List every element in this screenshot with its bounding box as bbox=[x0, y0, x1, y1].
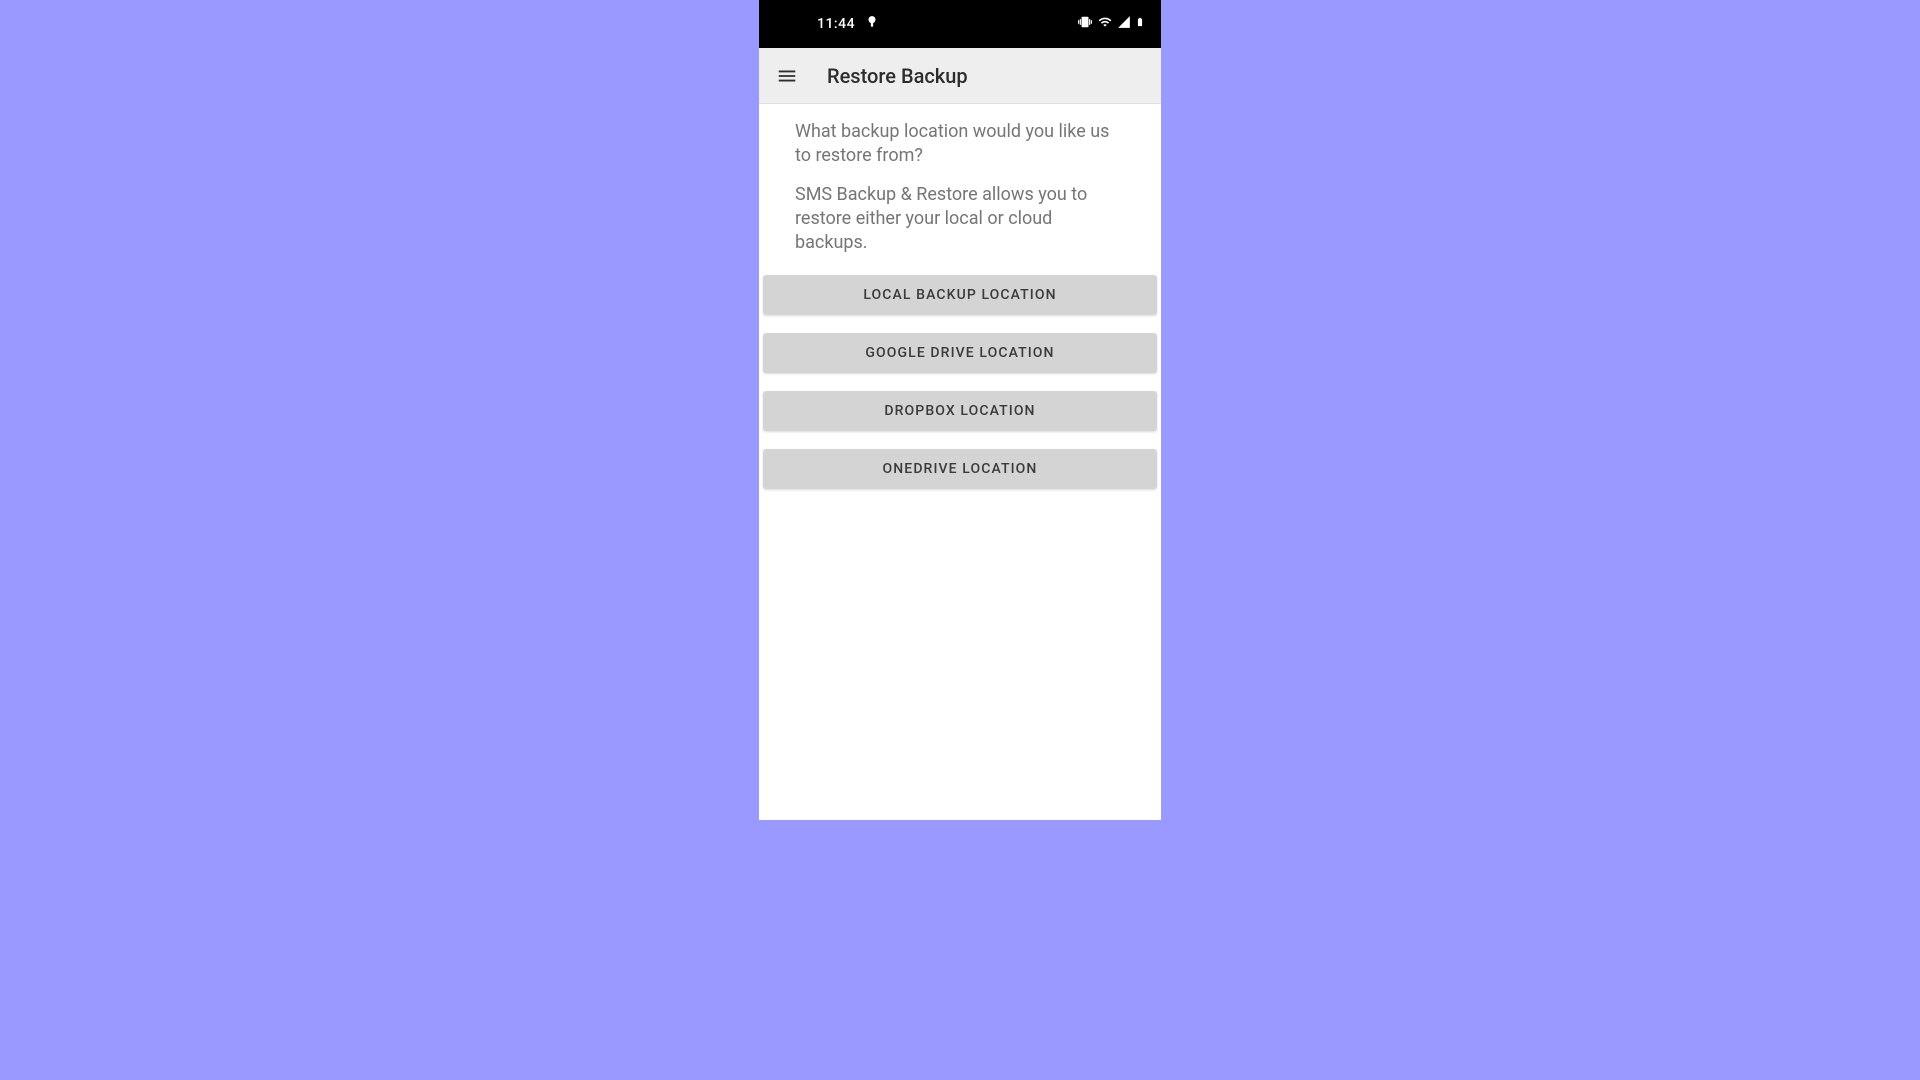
wifi-icon bbox=[1097, 15, 1113, 33]
food-delivery-icon bbox=[865, 15, 879, 33]
local-backup-button[interactable]: LOCAL BACKUP LOCATION bbox=[763, 275, 1157, 315]
hamburger-icon bbox=[776, 65, 798, 87]
status-time: 11:44 bbox=[817, 16, 855, 32]
google-drive-button[interactable]: GOOGLE DRIVE LOCATION bbox=[763, 333, 1157, 373]
button-list: LOCAL BACKUP LOCATION GOOGLE DRIVE LOCAT… bbox=[759, 275, 1161, 489]
signal-icon bbox=[1117, 15, 1131, 33]
phone-screen: 11:44 bbox=[759, 0, 1161, 820]
status-bar: 11:44 bbox=[759, 0, 1161, 48]
description-text: SMS Backup & Restore allows you to resto… bbox=[795, 183, 1105, 256]
app-bar: Restore Backup bbox=[759, 48, 1161, 104]
status-bar-left: 11:44 bbox=[817, 15, 879, 33]
prompt-text: What backup location would you like us t… bbox=[795, 120, 1125, 169]
dropbox-button[interactable]: DROPBOX LOCATION bbox=[763, 391, 1157, 431]
battery-icon bbox=[1135, 14, 1145, 34]
content-area: What backup location would you like us t… bbox=[759, 104, 1161, 255]
status-bar-right bbox=[1077, 14, 1145, 34]
onedrive-button[interactable]: ONEDRIVE LOCATION bbox=[763, 449, 1157, 489]
vibrate-icon bbox=[1077, 15, 1093, 33]
app-title: Restore Backup bbox=[827, 64, 968, 88]
hamburger-menu-button[interactable] bbox=[775, 64, 799, 88]
